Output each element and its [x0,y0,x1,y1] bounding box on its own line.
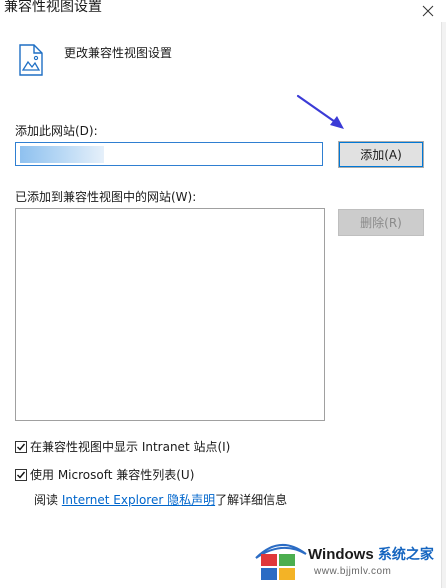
privacy-link[interactable]: Internet Explorer 隐私声明 [62,493,215,507]
watermark-url: www.bjjmlv.com [314,566,392,577]
watermark: Windows 系统之家 www.bjjmlv.com [252,528,446,588]
watermark-brand: Windows 系统之家 [308,546,434,563]
ms-list-checkbox[interactable] [15,468,27,481]
annotation-arrow-icon [296,94,344,129]
site-list-label: 已添加到兼容性视图中的网站(W): [15,190,197,204]
privacy-prefix: 阅读 [34,493,59,507]
ms-list-option[interactable]: 使用 Microsoft 兼容性列表(U) [15,466,194,483]
close-icon [422,5,434,17]
add-button[interactable]: 添加(A) [338,141,424,168]
ms-list-label: 使用 Microsoft 兼容性列表(U) [30,468,195,482]
add-site-input-value [20,146,104,163]
checkmark-icon [17,471,26,479]
intranet-option[interactable]: 在兼容性视图中显示 Intranet 站点(I) [15,438,230,455]
remove-button: 删除(R) [338,209,424,236]
intranet-checkbox[interactable] [15,440,27,453]
windows-logo-icon [255,544,307,580]
page-icon [19,44,43,76]
site-list[interactable] [15,208,325,421]
close-button[interactable] [410,0,446,22]
checkmark-icon [17,443,26,451]
privacy-suffix: 了解详细信息 [215,493,288,507]
add-site-label: 添加此网站(D): [15,124,98,138]
window-title: 兼容性视图设置 [4,0,102,15]
intranet-label: 在兼容性视图中显示 Intranet 站点(I) [30,440,231,454]
window-edge [441,22,446,588]
privacy-statement: 阅读 Internet Explorer 隐私声明了解详细信息 [34,491,287,508]
title-bar: 兼容性视图设置 [0,0,446,22]
compatibility-view-dialog: 兼容性视图设置 更改兼容性视图设置 添加此网站(D): 添加(A) 已添加到兼容… [0,0,446,588]
add-site-input[interactable] [15,142,323,166]
header-text: 更改兼容性视图设置 [64,46,173,60]
